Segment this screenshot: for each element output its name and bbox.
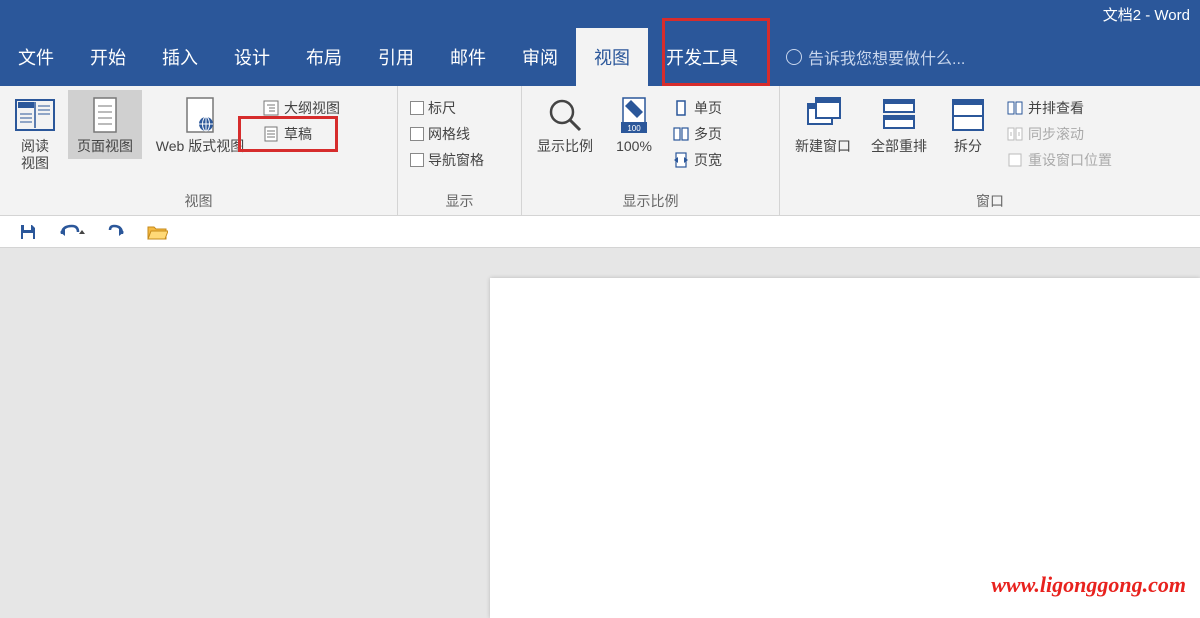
magnifier-icon [544, 94, 586, 136]
read-view-icon [14, 94, 56, 136]
menu-developer[interactable]: 开发工具 [648, 28, 756, 86]
nav-pane-checkbox[interactable]: 导航窗格 [406, 148, 488, 172]
menu-file[interactable]: 文件 [0, 28, 72, 86]
ribbon: 阅读 视图 页面视图 Web 版式视图 大纲视图 [0, 86, 1200, 216]
draft-icon [262, 125, 280, 143]
side-by-side-icon [1006, 99, 1024, 117]
sync-scroll-icon [1006, 125, 1024, 143]
zoom-button[interactable]: 显示比例 [530, 90, 600, 159]
web-view-icon [179, 94, 221, 136]
menu-review[interactable]: 审阅 [504, 28, 576, 86]
checkbox-icon [410, 101, 424, 115]
document-area [0, 248, 1200, 618]
menu-references[interactable]: 引用 [360, 28, 432, 86]
open-folder-button[interactable] [146, 222, 168, 242]
one-page-button[interactable]: 单页 [668, 96, 726, 120]
gridlines-label: 网格线 [428, 124, 470, 144]
hundred-percent-button[interactable]: 100 100% [606, 90, 662, 159]
ruler-label: 标尺 [428, 98, 456, 118]
read-view-button[interactable]: 阅读 视图 [8, 90, 62, 176]
menu-view[interactable]: 视图 [576, 28, 648, 86]
split-label: 拆分 [954, 138, 982, 155]
outline-view-button[interactable]: 大纲视图 [258, 96, 344, 120]
zoom-label: 显示比例 [537, 138, 593, 155]
split-button[interactable]: 拆分 [940, 90, 996, 159]
read-view-label: 阅读 视图 [21, 138, 49, 172]
window-group-label: 窗口 [788, 189, 1192, 213]
checkbox-icon [410, 153, 424, 167]
sync-scroll-label: 同步滚动 [1028, 124, 1084, 144]
ribbon-group-window: 新建窗口 全部重排 拆分 并排查看 同步滚动 重设窗口位置 窗口 [780, 86, 1200, 215]
zoom-group-label: 显示比例 [530, 189, 771, 213]
outline-view-label: 大纲视图 [284, 98, 340, 118]
views-group-label: 视图 [8, 189, 389, 213]
tell-me-box[interactable]: 告诉我您想要做什么... [786, 45, 965, 69]
one-page-label: 单页 [694, 98, 722, 118]
reset-window-label: 重设窗口位置 [1028, 150, 1112, 170]
svg-text:100: 100 [627, 124, 641, 133]
hundred-label: 100% [616, 138, 652, 155]
menu-home[interactable]: 开始 [72, 28, 144, 86]
sync-scroll-button[interactable]: 同步滚动 [1002, 122, 1116, 146]
ribbon-group-show: 标尺 网格线 导航窗格 显示 [398, 86, 522, 215]
ruler-checkbox[interactable]: 标尺 [406, 96, 488, 120]
document-title: 文档2 - Word [1103, 4, 1190, 25]
menu-layout[interactable]: 布局 [288, 28, 360, 86]
menu-insert[interactable]: 插入 [144, 28, 216, 86]
multi-page-icon [672, 125, 690, 143]
one-page-icon [672, 99, 690, 117]
outline-icon [262, 99, 280, 117]
reset-window-button[interactable]: 重设窗口位置 [1002, 148, 1116, 172]
page-width-label: 页宽 [694, 150, 722, 170]
side-by-side-button[interactable]: 并排查看 [1002, 96, 1116, 120]
nav-pane-label: 导航窗格 [428, 150, 484, 170]
draft-view-label: 草稿 [284, 124, 312, 144]
hundred-icon: 100 [613, 94, 655, 136]
page-width-icon [672, 151, 690, 169]
undo-button[interactable] [58, 222, 86, 242]
reset-window-icon [1006, 151, 1024, 169]
multi-page-label: 多页 [694, 124, 722, 144]
checkbox-icon [410, 127, 424, 141]
new-window-button[interactable]: 新建窗口 [788, 90, 858, 159]
arrange-all-label: 全部重排 [871, 138, 927, 155]
web-view-button[interactable]: Web 版式视图 [148, 90, 252, 159]
gridlines-checkbox[interactable]: 网格线 [406, 122, 488, 146]
menu-mailings[interactable]: 邮件 [432, 28, 504, 86]
save-button[interactable] [18, 222, 38, 242]
lightbulb-icon [786, 49, 802, 65]
redo-button[interactable] [106, 222, 126, 242]
split-icon [947, 94, 989, 136]
page-view-button[interactable]: 页面视图 [68, 90, 142, 159]
ribbon-group-zoom: 显示比例 100 100% 单页 多页 页宽 显示比例 [522, 86, 780, 215]
tell-me-text: 告诉我您想要做什么... [808, 45, 965, 69]
menu-bar: 文件 开始 插入 设计 布局 引用 邮件 审阅 视图 开发工具 告诉我您想要做什… [0, 28, 1200, 86]
draft-view-button[interactable]: 草稿 [258, 122, 344, 146]
web-view-label: Web 版式视图 [156, 138, 244, 155]
side-by-side-label: 并排查看 [1028, 98, 1084, 118]
ribbon-group-views: 阅读 视图 页面视图 Web 版式视图 大纲视图 [0, 86, 398, 215]
menu-design[interactable]: 设计 [216, 28, 288, 86]
page-width-button[interactable]: 页宽 [668, 148, 726, 172]
title-bar: 文档2 - Word [0, 0, 1200, 28]
document-page[interactable] [490, 278, 1200, 618]
new-window-label: 新建窗口 [795, 138, 851, 155]
new-window-icon [802, 94, 844, 136]
page-view-icon [84, 94, 126, 136]
watermark-text: www.ligonggong.com [991, 572, 1186, 598]
show-group-label: 显示 [406, 189, 513, 213]
multi-page-button[interactable]: 多页 [668, 122, 726, 146]
arrange-all-icon [878, 94, 920, 136]
arrange-all-button[interactable]: 全部重排 [864, 90, 934, 159]
quick-access-toolbar [0, 216, 1200, 248]
page-view-label: 页面视图 [77, 138, 133, 155]
